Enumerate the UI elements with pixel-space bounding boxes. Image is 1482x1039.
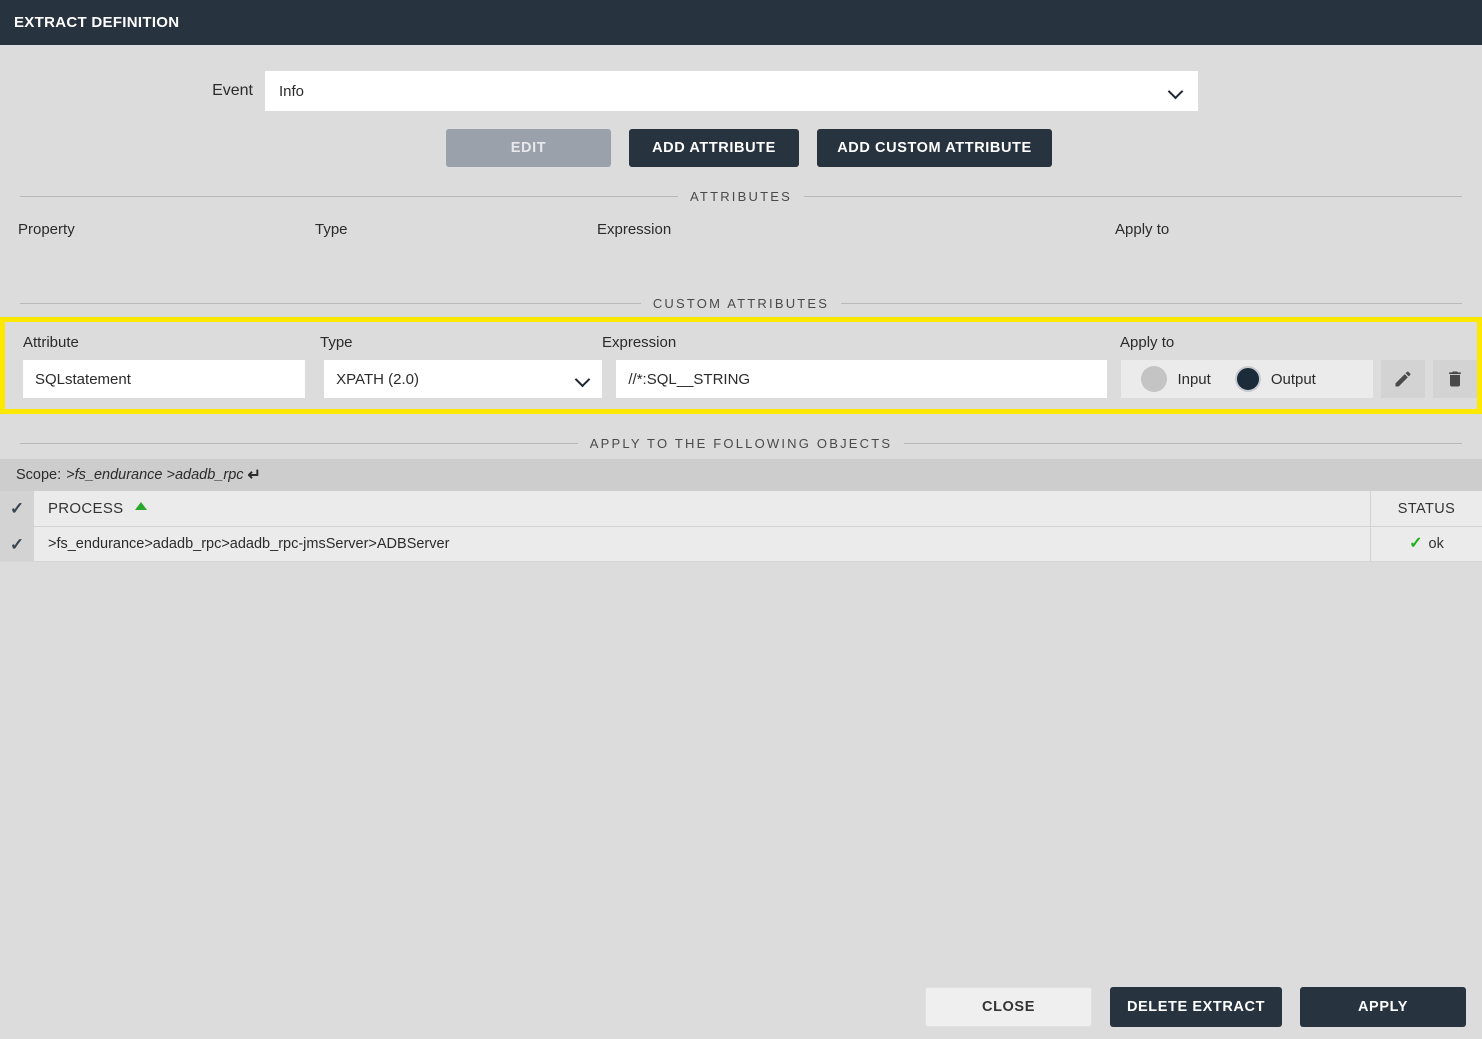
- event-row: Event Info: [0, 45, 1482, 111]
- chevron-down-icon: [576, 372, 590, 386]
- radio-output-label: Output: [1270, 370, 1316, 388]
- select-all-checkbox[interactable]: ✓: [0, 491, 34, 526]
- apply-to-radio-group: Input Output: [1121, 360, 1373, 398]
- attributes-section-title: ATTRIBUTES: [690, 189, 792, 204]
- divider-line-right: [803, 196, 1462, 197]
- divider-line-left: [20, 443, 578, 444]
- radio-output[interactable]: [1234, 366, 1261, 392]
- status-ok-icon: ✓: [1409, 535, 1423, 552]
- objects-section-divider: APPLY TO THE FOLLOWING OBJECTS: [0, 436, 1482, 451]
- delete-custom-attribute-button[interactable]: [1433, 360, 1477, 398]
- attributes-column-property: Property: [18, 221, 75, 238]
- event-select[interactable]: Info: [265, 71, 1198, 111]
- attribute-name-input[interactable]: SQLstatement: [23, 360, 306, 398]
- objects-table-header: ✓ PROCESS STATUS: [0, 491, 1482, 527]
- custom-attribute-row: SQLstatement XPATH (2.0) //*:SQL__STRING…: [5, 351, 1477, 409]
- status-text: ok: [1428, 536, 1444, 552]
- divider-line-left: [20, 196, 679, 197]
- row-checkbox[interactable]: ✓: [0, 527, 34, 561]
- attributes-empty-body: [0, 238, 1482, 274]
- edit-custom-attribute-button[interactable]: [1381, 360, 1425, 398]
- check-icon: ✓: [9, 534, 25, 554]
- custom-attributes-highlight: Attribute Type Expression Apply to SQLst…: [0, 317, 1482, 414]
- row-status: ✓ ok: [1370, 527, 1482, 561]
- trash-icon: [1449, 371, 1461, 387]
- attributes-section-divider: ATTRIBUTES: [0, 189, 1482, 204]
- column-header-status: STATUS: [1370, 491, 1482, 526]
- table-row[interactable]: ✓ >fs_endurance>adadb_rpc>adadb_rpc-jmsS…: [0, 527, 1482, 562]
- scope-label: Scope:: [16, 467, 62, 483]
- edit-button[interactable]: EDIT: [446, 129, 611, 167]
- scope-bar: Scope: >fs_endurance >adadb_rpc ↵: [0, 459, 1482, 491]
- event-label: Event: [212, 82, 253, 99]
- attribute-expression-input[interactable]: //*:SQL__STRING: [616, 360, 1108, 398]
- window-titlebar: EXTRACT DEFINITION: [0, 0, 1482, 45]
- objects-section-title: APPLY TO THE FOLLOWING OBJECTS: [589, 436, 893, 451]
- apply-button[interactable]: APPLY: [1300, 987, 1466, 1027]
- attribute-type-value: XPATH (2.0): [336, 370, 419, 388]
- divider-line-right: [904, 443, 1463, 444]
- add-custom-attribute-button[interactable]: ADD CUSTOM ATTRIBUTE: [817, 129, 1052, 167]
- attributes-column-expression: Expression: [597, 221, 672, 238]
- scope-path: >fs_endurance >adadb_rpc: [66, 467, 244, 483]
- custom-column-attribute: Attribute: [23, 334, 79, 351]
- divider-line-left: [20, 303, 641, 304]
- custom-attributes-section-divider: CUSTOM ATTRIBUTES: [0, 296, 1482, 311]
- custom-column-expression: Expression: [602, 334, 677, 351]
- radio-input[interactable]: [1141, 366, 1168, 392]
- attributes-column-apply-to: Apply to: [1115, 221, 1170, 238]
- row-process-path: >fs_endurance>adadb_rpc>adadb_rpc-jmsSer…: [48, 536, 450, 552]
- attributes-column-headers: Property Type Expression Apply to: [0, 221, 1482, 238]
- custom-column-type: Type: [320, 334, 353, 351]
- custom-attributes-column-headers: Attribute Type Expression Apply to: [5, 334, 1477, 351]
- attribute-toolbar: EDIT ADD ATTRIBUTE ADD CUSTOM ATTRIBUTE: [0, 129, 1482, 167]
- pencil-icon: [1395, 371, 1411, 387]
- event-selected-value: Info: [279, 82, 305, 100]
- custom-column-apply-to: Apply to: [1120, 334, 1175, 351]
- footer-actions: CLOSE DELETE EXTRACT APPLY: [0, 987, 1482, 1027]
- custom-attributes-section-title: CUSTOM ATTRIBUTES: [652, 296, 830, 311]
- check-icon: ✓: [9, 499, 25, 518]
- column-header-process[interactable]: PROCESS: [48, 500, 123, 517]
- window-title: EXTRACT DEFINITION: [14, 14, 180, 31]
- attributes-column-type: Type: [315, 221, 348, 238]
- enter-arrow-icon[interactable]: ↵: [248, 465, 261, 485]
- sort-ascending-icon[interactable]: [135, 501, 148, 510]
- add-attribute-button[interactable]: ADD ATTRIBUTE: [629, 129, 799, 167]
- radio-input-label: Input: [1177, 370, 1211, 388]
- close-button[interactable]: CLOSE: [925, 987, 1092, 1027]
- chevron-down-icon: [1169, 84, 1183, 98]
- delete-extract-button[interactable]: DELETE EXTRACT: [1110, 987, 1282, 1027]
- divider-line-right: [841, 303, 1463, 304]
- attribute-type-select[interactable]: XPATH (2.0): [324, 360, 603, 398]
